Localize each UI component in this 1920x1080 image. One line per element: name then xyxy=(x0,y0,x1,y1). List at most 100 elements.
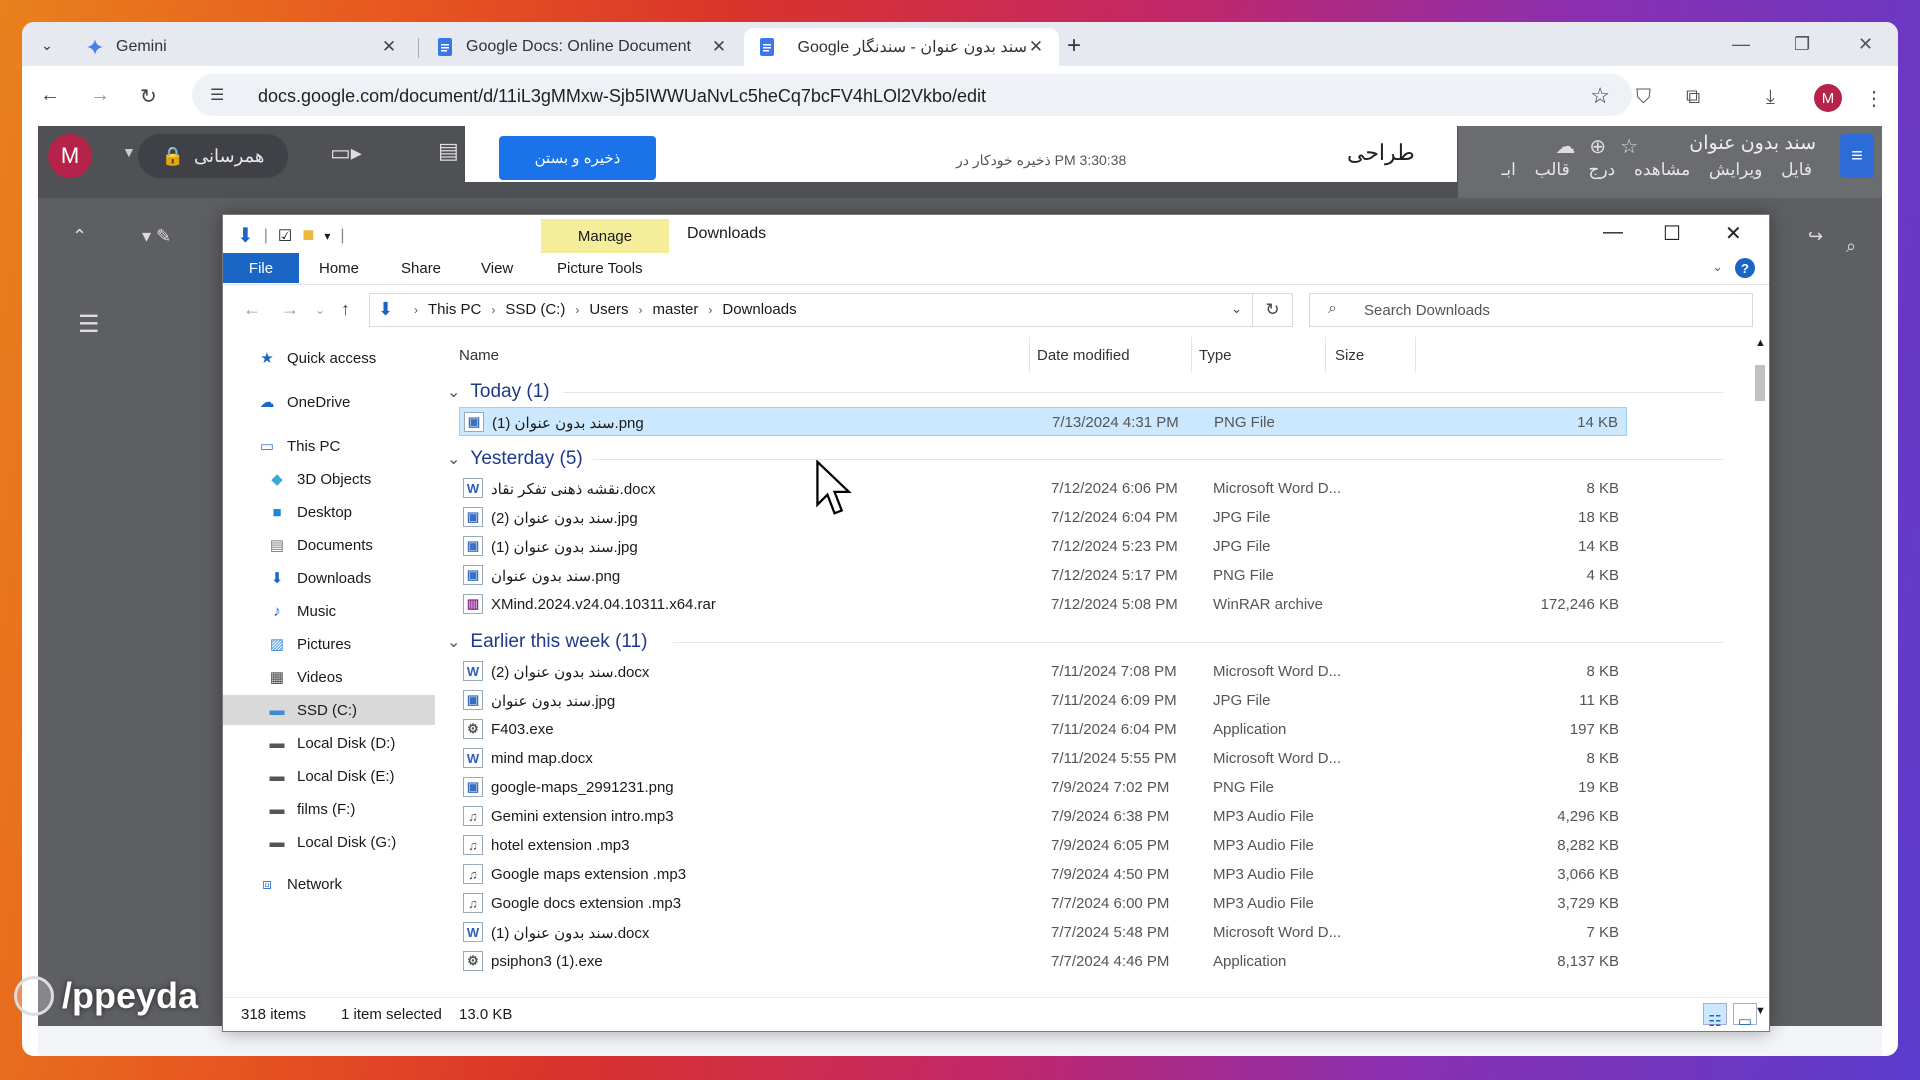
nav-music[interactable]: ♪ Music xyxy=(267,596,336,626)
close-window-icon[interactable]: ✕ xyxy=(1858,34,1873,55)
vertical-scrollbar[interactable]: ▲ ▼ xyxy=(1751,337,1769,1017)
nav-documents[interactable]: ▤ Documents xyxy=(267,530,373,560)
video-call-icon[interactable]: ▭▸ xyxy=(330,140,362,166)
expand-ribbon-icon[interactable]: ⌄ xyxy=(1712,259,1723,275)
search-box[interactable]: ⌕ Search Downloads xyxy=(1309,293,1753,327)
share-button[interactable]: 🔒 همرسانی xyxy=(138,134,288,178)
nav-quick-access[interactable]: ★ Quick access xyxy=(257,343,376,373)
close-icon[interactable]: ✕ xyxy=(1725,221,1742,246)
address-bar[interactable]: ☰ docs.google.com/document/d/11iL3gMMxw-… xyxy=(192,74,1632,116)
file-row[interactable]: ▣ سند بدون عنوان (2).jpg 7/12/2024 6:04 PM… xyxy=(459,503,1627,532)
chevron-up-icon[interactable]: ⌃ xyxy=(72,226,87,247)
scroll-thumb[interactable] xyxy=(1755,365,1765,401)
up-icon[interactable]: ↑ xyxy=(341,299,350,320)
scroll-up-icon[interactable]: ▲ xyxy=(1755,337,1766,349)
recent-locations-icon[interactable]: ⌄ xyxy=(315,303,325,317)
outline-icon[interactable]: ☰ xyxy=(78,310,100,339)
help-icon[interactable]: ? xyxy=(1735,258,1755,278)
breadcrumb-downloads[interactable]: Downloads xyxy=(722,301,796,318)
tab-view[interactable]: View xyxy=(481,253,513,283)
close-icon[interactable]: ✕ xyxy=(380,37,398,57)
tab-gemini[interactable]: Gemini ✕ xyxy=(72,28,412,66)
nav-3d-objects[interactable]: ◆ 3D Objects xyxy=(267,464,371,494)
tab-untitled-doc[interactable]: سند بدون عنوان - سندنگار Google ✕ xyxy=(744,28,1059,66)
file-row[interactable]: ▣ google-maps_2991231.png 7/9/2024 7:02 PM… xyxy=(459,773,1627,802)
file-row[interactable]: ▣ سند بدون عنوان (1).png 7/13/2024 4:31 PM… xyxy=(459,407,1627,436)
back-icon[interactable]: ← xyxy=(40,84,60,107)
chevron-down-icon[interactable]: ⌄ xyxy=(447,632,460,652)
group-header[interactable]: ⌄ Today (1) xyxy=(447,377,550,407)
tab-share[interactable]: Share xyxy=(401,253,441,283)
details-view-button[interactable]: ☷ xyxy=(1703,1003,1727,1030)
file-row[interactable]: W نقشه ذهنی تفکر نقاد.docx 7/12/2024 6:06 … xyxy=(459,474,1627,503)
nav-downloads[interactable]: ⬇ Downloads xyxy=(267,563,372,593)
customize-qat-icon[interactable]: ▾ xyxy=(324,229,330,243)
breadcrumb-ssd[interactable]: SSD (C:) xyxy=(505,301,565,318)
forward-icon[interactable]: → xyxy=(281,299,299,320)
new-tab-button[interactable]: + xyxy=(1067,32,1081,60)
breadcrumb-this-pc[interactable]: This PC xyxy=(428,301,481,318)
file-row[interactable]: ⚙ F403.exe 7/11/2024 6:04 PM Application 197… xyxy=(459,715,1627,744)
column-type[interactable]: Type xyxy=(1199,347,1232,364)
edit-mode-icon[interactable]: ▾ ✎ xyxy=(142,226,171,247)
column-name[interactable]: Name xyxy=(459,347,499,364)
file-row[interactable]: ♫ Google maps extension .mp3 7/9/2024 4:50… xyxy=(459,860,1627,889)
chevron-down-icon[interactable]: ⌄ xyxy=(1231,301,1242,317)
nav-videos[interactable]: ▦ Videos xyxy=(267,662,343,692)
nav-local-disk-e[interactable]: ▬ Local Disk (E:) xyxy=(267,761,395,791)
redo-icon[interactable]: ↪ xyxy=(1808,226,1823,247)
docs-menu-bar[interactable]: فایل ویرایش مشاهده درج قالب ابـ xyxy=(1501,160,1812,180)
shield-icon[interactable]: ⛉ xyxy=(1636,86,1651,109)
restore-icon[interactable]: ❐ xyxy=(1794,34,1810,55)
breadcrumb-users[interactable]: Users xyxy=(589,301,628,318)
nav-local-disk-d[interactable]: ▬ Local Disk (D:) xyxy=(267,728,396,758)
site-settings-icon[interactable]: ☰ xyxy=(210,85,224,105)
minimize-icon[interactable]: — xyxy=(1603,221,1623,244)
file-row[interactable]: W سند بدون عنوان (2).docx 7/11/2024 7:08 P… xyxy=(459,657,1627,686)
maximize-icon[interactable]: ☐ xyxy=(1663,221,1681,246)
nav-local-disk-g[interactable]: ▬ Local Disk (G:) xyxy=(267,827,397,857)
extensions-icon[interactable]: ⧉ xyxy=(1686,86,1700,109)
column-date-modified[interactable]: Date modified xyxy=(1037,347,1130,364)
download-arrow-icon[interactable]: ⬇ xyxy=(237,223,254,248)
group-header[interactable]: ⌄ Yesterday (5) xyxy=(447,444,583,474)
nav-ssd-c[interactable]: ▬ SSD (C:) xyxy=(223,695,435,725)
tab-picture-tools[interactable]: Picture Tools xyxy=(557,253,643,283)
manage-tab[interactable]: Manage xyxy=(541,219,669,253)
file-row[interactable]: ♫ Gemini extension intro.mp3 7/9/2024 6:38… xyxy=(459,802,1627,831)
tab-google-docs[interactable]: Google Docs: Online Document ✕ xyxy=(422,28,742,66)
file-row[interactable]: ♫ Google docs extension .mp3 7/7/2024 6:00… xyxy=(459,889,1627,918)
file-row[interactable]: ▣ سند بدون عنوان (1).jpg 7/12/2024 5:23 PM… xyxy=(459,532,1627,561)
save-and-close-button[interactable]: ذخیره و بستن xyxy=(499,136,656,180)
minimize-icon[interactable]: — xyxy=(1732,34,1750,55)
explorer-address-bar[interactable]: ⬇ › This PC › SSD (C:) › Users › master … xyxy=(369,293,1253,327)
column-size[interactable]: Size xyxy=(1335,347,1364,364)
docs-avatar[interactable]: M xyxy=(48,134,92,178)
nav-network[interactable]: ⧈ Network xyxy=(257,869,342,899)
file-row[interactable]: ♫ hotel extension .mp3 7/9/2024 6:05 PM MP3… xyxy=(459,831,1627,860)
folder-icon[interactable]: ■ xyxy=(302,224,314,247)
nav-pictures[interactable]: ▨ Pictures xyxy=(267,629,351,659)
comments-icon[interactable]: ▤ xyxy=(438,138,459,164)
file-row[interactable]: ▥ XMind.2024.v24.04.10311.x64.rar 7/12/202… xyxy=(459,590,1627,619)
tab-home[interactable]: Home xyxy=(319,253,359,283)
file-row[interactable]: W سند بدون عنوان (1).docx 7/7/2024 5:48 PM… xyxy=(459,918,1627,947)
reload-icon[interactable]: ↻ xyxy=(140,84,157,109)
nav-desktop[interactable]: ■ Desktop xyxy=(267,497,352,527)
large-icons-view-button[interactable]: ▭ xyxy=(1733,1003,1757,1030)
chevron-down-icon[interactable]: ▼ xyxy=(122,144,136,160)
file-row[interactable]: ▣ سند بدون عنوان.jpg 7/11/2024 6:09 PM JPG … xyxy=(459,686,1627,715)
file-row[interactable]: ▣ سند بدون عنوان.png 7/12/2024 5:17 PM PNG … xyxy=(459,561,1627,590)
document-title[interactable]: سند بدون عنوان xyxy=(1689,132,1816,155)
file-row[interactable]: Wmind map.docx 7/11/2024 5:55 PM Microsoft… xyxy=(459,744,1627,773)
properties-icon[interactable]: ☑ xyxy=(278,226,292,246)
tab-search-button[interactable]: ⌄ xyxy=(32,32,62,58)
refresh-button[interactable]: ↻ xyxy=(1253,293,1293,327)
breadcrumb-master[interactable]: master xyxy=(653,301,699,318)
search-icon[interactable]: ⌕ xyxy=(1846,236,1856,257)
bookmark-star-icon[interactable]: ☆ xyxy=(1590,83,1610,109)
nav-this-pc[interactable]: ▭ This PC xyxy=(257,431,340,461)
group-header[interactable]: ⌄ Earlier this week (11) xyxy=(447,627,647,657)
docs-toolbar-icons[interactable]: ☁⊕☆ xyxy=(1555,134,1652,159)
chevron-down-icon[interactable]: ⌄ xyxy=(447,449,460,469)
